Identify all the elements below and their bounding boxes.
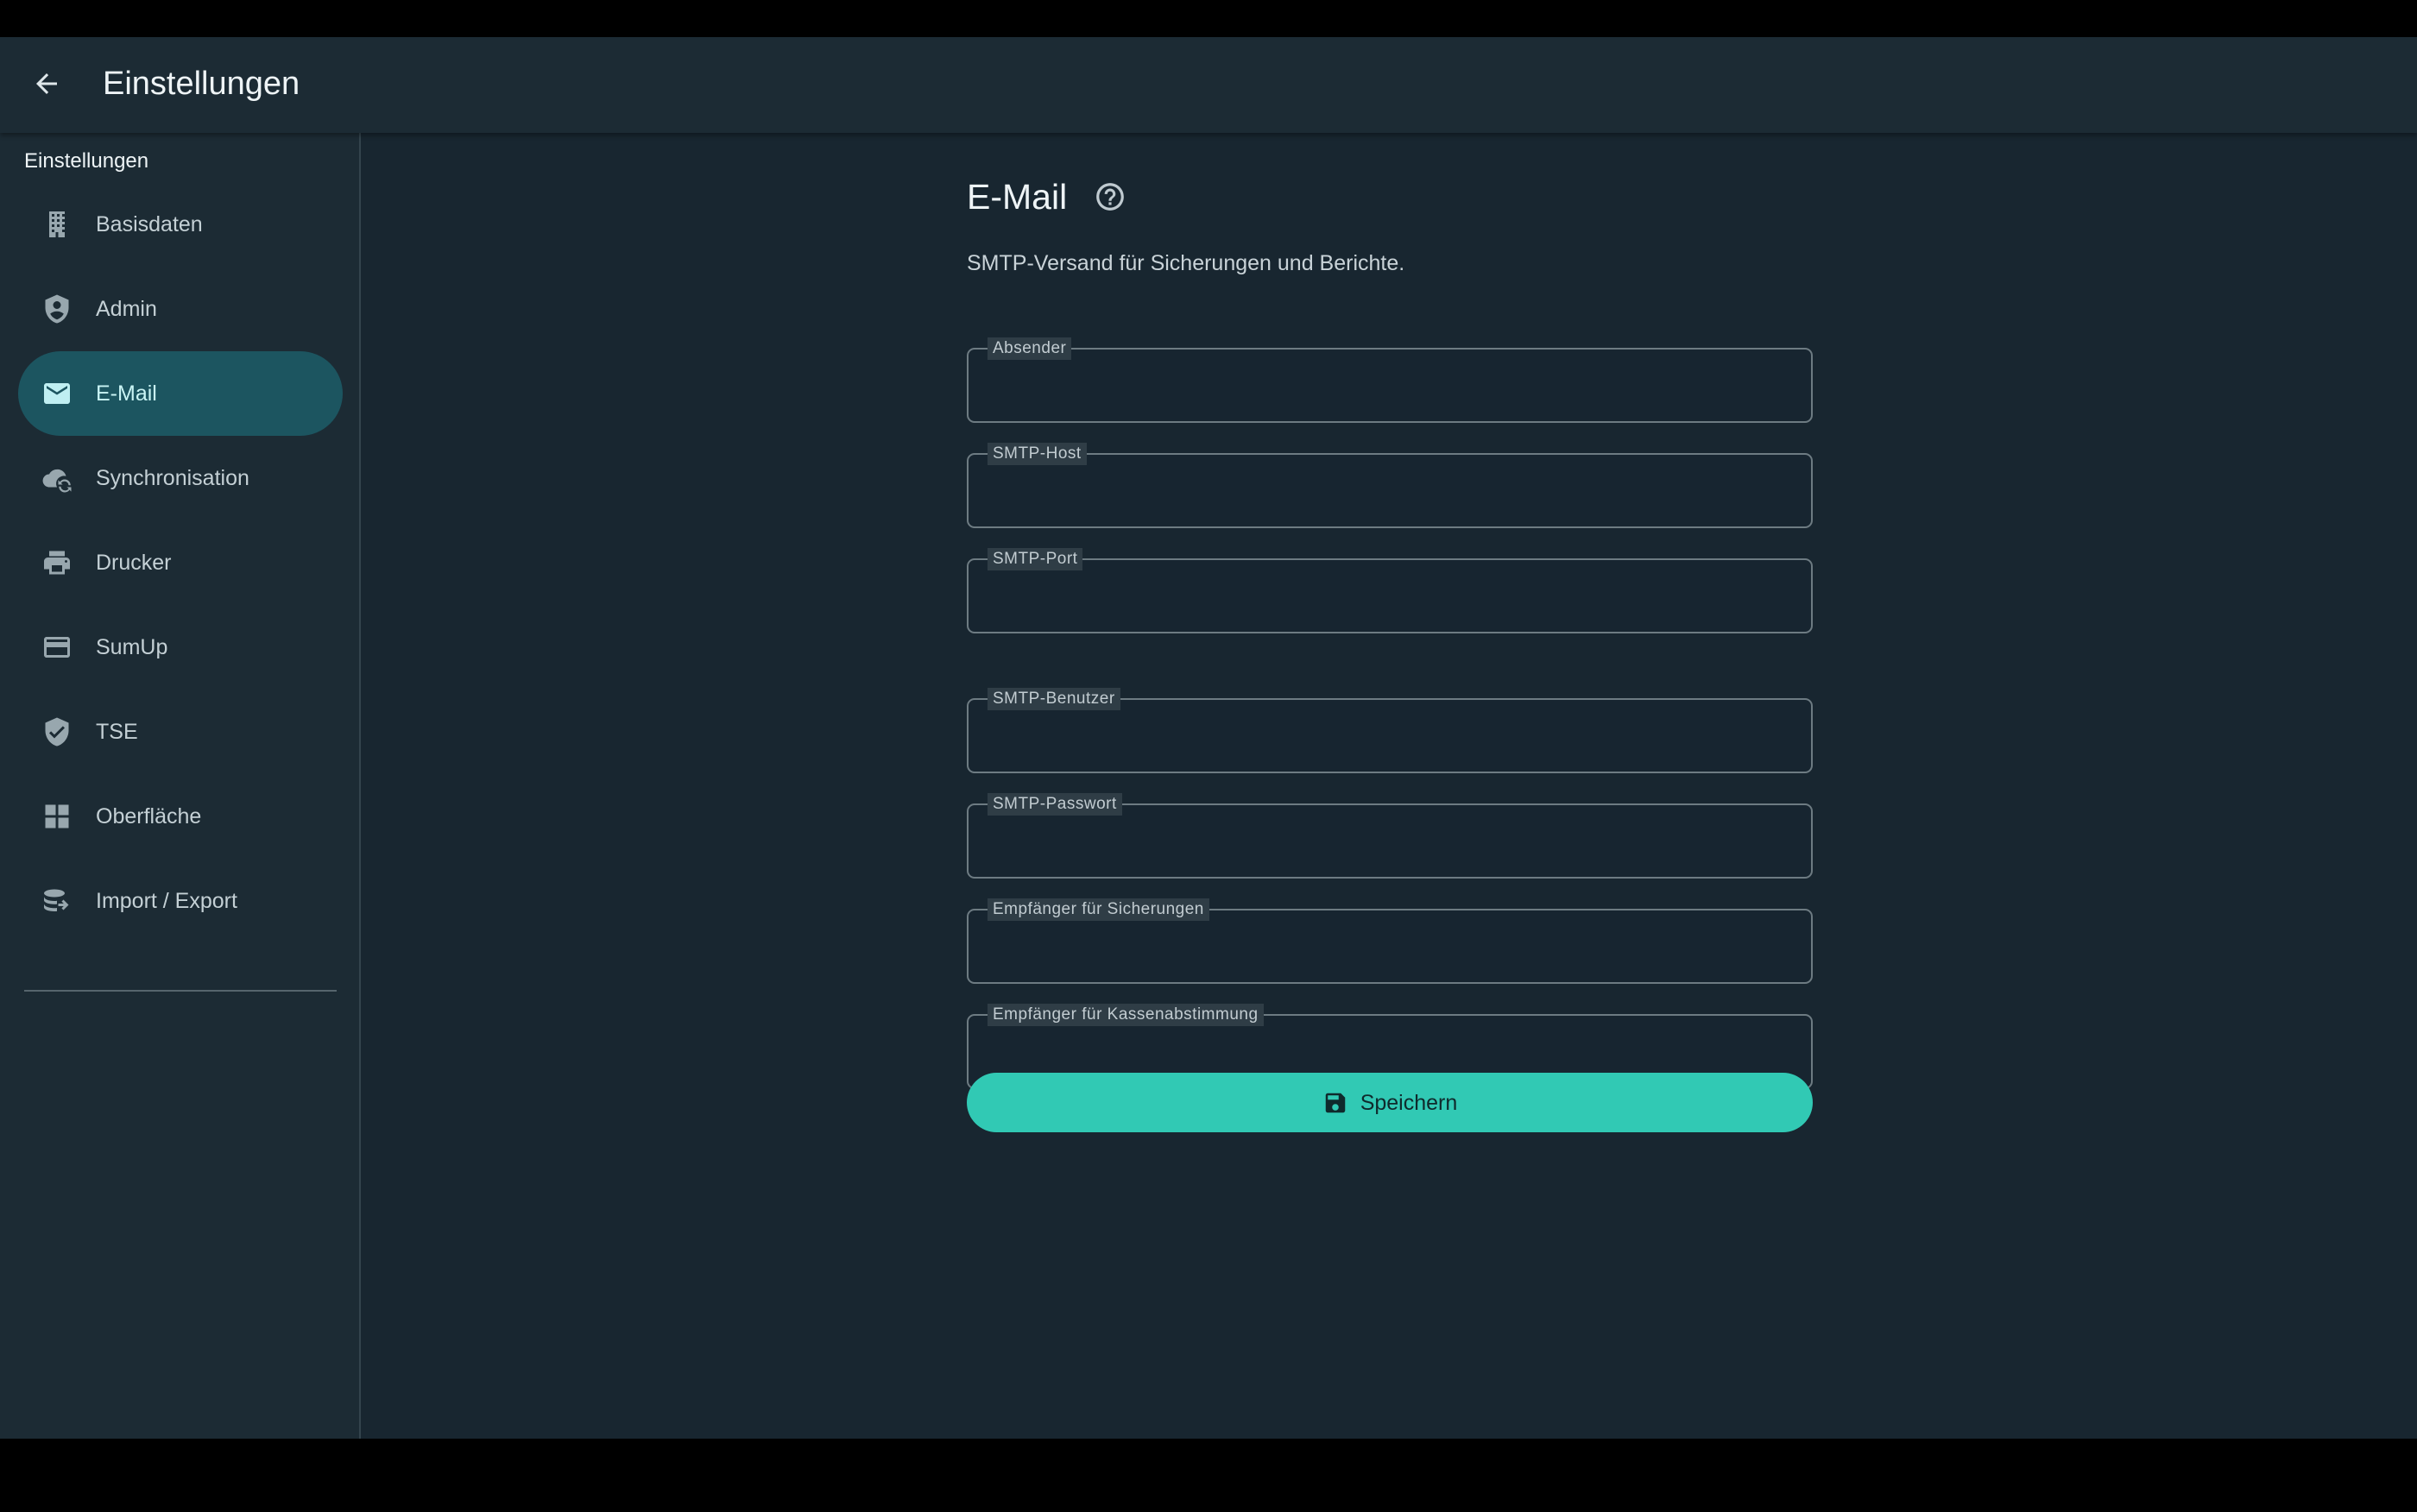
page-title-row: E-Mail — [967, 171, 1126, 223]
database-export-icon — [41, 885, 73, 917]
save-button-label: Speichern — [1360, 1090, 1458, 1115]
absender-field[interactable]: Absender — [967, 337, 1813, 423]
sidebar-item-sumup[interactable]: SumUp — [18, 605, 343, 690]
back-button[interactable] — [22, 60, 71, 108]
settings-sidebar: Einstellungen Basisdaten Admin E-Mail Sy… — [0, 133, 361, 1439]
sidebar-item-import-export[interactable]: Import / Export — [18, 859, 343, 943]
sidebar-item-label: Synchronisation — [96, 466, 249, 490]
sidebar-item-oberflaeche[interactable]: Oberfläche — [18, 774, 343, 859]
help-circle-icon[interactable] — [1094, 180, 1126, 213]
sidebar-item-label: Basisdaten — [96, 212, 203, 236]
sidebar-nav: Basisdaten Admin E-Mail Synchronisation — [18, 182, 343, 943]
sidebar-heading: Einstellungen — [24, 149, 149, 173]
mail-icon — [41, 378, 73, 409]
sidebar-item-basisdaten[interactable]: Basisdaten — [18, 182, 343, 267]
admin-shield-icon — [41, 293, 73, 324]
sidebar-item-drucker[interactable]: Drucker — [18, 520, 343, 605]
smtp-user-input[interactable] — [969, 700, 1811, 772]
sidebar-item-label: Oberfläche — [96, 804, 202, 828]
save-icon — [1325, 1093, 1345, 1112]
verified-shield-icon — [41, 716, 73, 747]
dashboard-icon — [41, 801, 73, 832]
smtp-password-input[interactable] — [969, 805, 1811, 877]
top-app-bar: Einstellungen — [0, 37, 2417, 133]
sidebar-item-synchronisation[interactable]: Synchronisation — [18, 436, 343, 520]
smtp-port-field[interactable]: SMTP-Port — [967, 548, 1813, 633]
smtp-password-field[interactable]: SMTP-Passwort — [967, 793, 1813, 879]
sidebar-item-label: Drucker — [96, 551, 172, 575]
building-icon — [41, 209, 73, 240]
sidebar-item-label: SumUp — [96, 635, 168, 659]
credit-card-icon — [41, 632, 73, 663]
smtp-host-input[interactable] — [969, 455, 1811, 526]
app-bar-title: Einstellungen — [103, 66, 300, 102]
sidebar-item-label: Import / Export — [96, 889, 237, 913]
sidebar-item-email[interactable]: E-Mail — [18, 351, 343, 436]
main-content: E-Mail SMTP-Versand für Sicherungen und … — [363, 133, 2417, 1439]
smtp-host-field[interactable]: SMTP-Host — [967, 443, 1813, 528]
smtp-port-input[interactable] — [969, 560, 1811, 632]
arrow-back-icon — [36, 73, 57, 94]
sidebar-item-label: Admin — [96, 297, 157, 321]
smtp-user-field[interactable]: SMTP-Benutzer — [967, 688, 1813, 773]
sidebar-divider — [24, 990, 337, 992]
sidebar-item-label: E-Mail — [96, 381, 157, 406]
printer-icon — [41, 547, 73, 578]
sidebar-item-tse[interactable]: TSE — [18, 690, 343, 774]
cloud-sync-icon — [41, 463, 73, 494]
absender-input[interactable] — [969, 350, 1811, 421]
sidebar-item-admin[interactable]: Admin — [18, 267, 343, 351]
backup-recipient-field[interactable]: Empfänger für Sicherungen — [967, 898, 1813, 984]
save-button[interactable]: Speichern — [967, 1073, 1813, 1132]
sidebar-item-label: TSE — [96, 720, 138, 744]
app-window: Einstellungen Einstellungen Basisdaten A… — [0, 37, 2417, 1439]
page-title: E-Mail — [967, 177, 1068, 217]
backup-recipient-input[interactable] — [969, 910, 1811, 982]
page-description: SMTP-Versand für Sicherungen und Bericht… — [967, 251, 1405, 275]
